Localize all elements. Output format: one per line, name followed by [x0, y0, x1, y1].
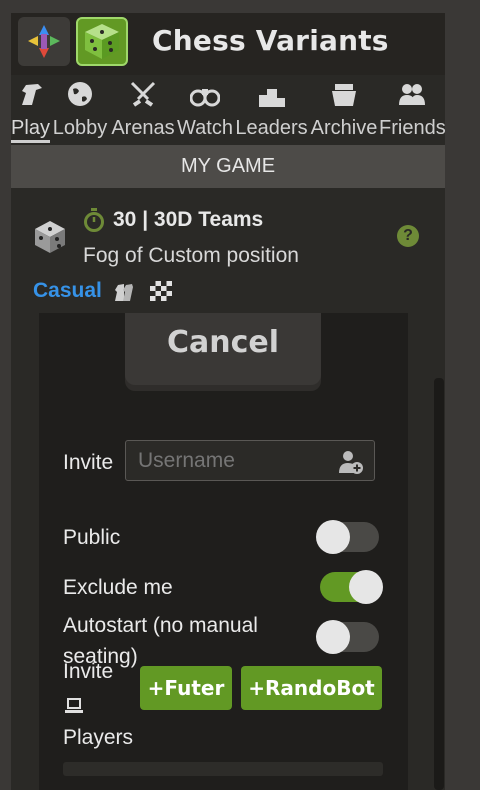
public-label: Public [63, 526, 121, 549]
main-nav: Play Lobby Arenas Watch Leaders Archive … [11, 75, 446, 145]
dice-logo-icon[interactable] [76, 17, 128, 66]
nav-label-watch: Watch [177, 117, 233, 139]
public-toggle[interactable] [316, 520, 379, 554]
help-icon[interactable]: ? [397, 225, 419, 247]
app-title: Chess Variants [152, 24, 389, 57]
nav-leaders[interactable]: Leaders [234, 75, 309, 145]
nav-arenas[interactable]: Arenas [110, 75, 176, 145]
nav-label-play: Play [11, 117, 50, 139]
exclude-me-toggle[interactable] [320, 570, 383, 604]
chessboard-icon [150, 281, 172, 301]
nav-lobby[interactable]: Lobby [50, 75, 110, 145]
autostart-toggle[interactable] [316, 620, 379, 654]
toggle-knob [316, 620, 350, 654]
nav-active-indicator [11, 140, 50, 143]
globe-icon [68, 82, 92, 106]
invite-randobot-button[interactable]: +RandoBot [241, 666, 382, 710]
nav-watch[interactable]: Watch [176, 75, 234, 145]
players-label: Players [63, 726, 134, 749]
clock-icon [84, 208, 104, 232]
invite-label: Invite [63, 451, 114, 474]
invite-bot-label: Invite [63, 660, 114, 683]
toggle-knob [316, 520, 350, 554]
game-mode-casual: Casual [33, 279, 102, 302]
players-list [63, 762, 383, 776]
crossed-swords-icon [130, 81, 156, 107]
toggle-knob [349, 570, 383, 604]
nav-label-arenas: Arenas [111, 117, 175, 139]
scrollbar[interactable] [434, 378, 444, 790]
knight-icon [21, 84, 42, 105]
time-control: 30 | 30D Teams [113, 208, 264, 231]
variant-name: Fog of Custom position [83, 244, 299, 267]
variant-dice-icon [35, 221, 65, 253]
nav-friends[interactable]: Friends [379, 75, 446, 145]
add-user-icon[interactable] [338, 449, 364, 475]
binoculars-icon [190, 89, 220, 107]
section-header: MY GAME [11, 145, 445, 188]
friends-icon [399, 84, 425, 105]
nav-archive[interactable]: Archive [309, 75, 379, 145]
cancel-button[interactable]: Cancel [125, 313, 321, 385]
exclude-me-label: Exclude me [63, 576, 173, 599]
invite-futer-button[interactable]: +Futer [140, 666, 232, 710]
nav-label-lobby: Lobby [52, 117, 108, 139]
nav-play[interactable]: Play [11, 75, 50, 145]
vs-computer-icon [65, 698, 83, 713]
nav-label-archive: Archive [310, 117, 378, 139]
variants-logo-icon[interactable] [18, 17, 70, 66]
archive-icon [332, 84, 356, 106]
two-knights-icon [115, 284, 133, 301]
nav-label-leaders: Leaders [235, 117, 308, 139]
nav-label-friends: Friends [379, 117, 446, 139]
podium-icon [258, 89, 285, 107]
